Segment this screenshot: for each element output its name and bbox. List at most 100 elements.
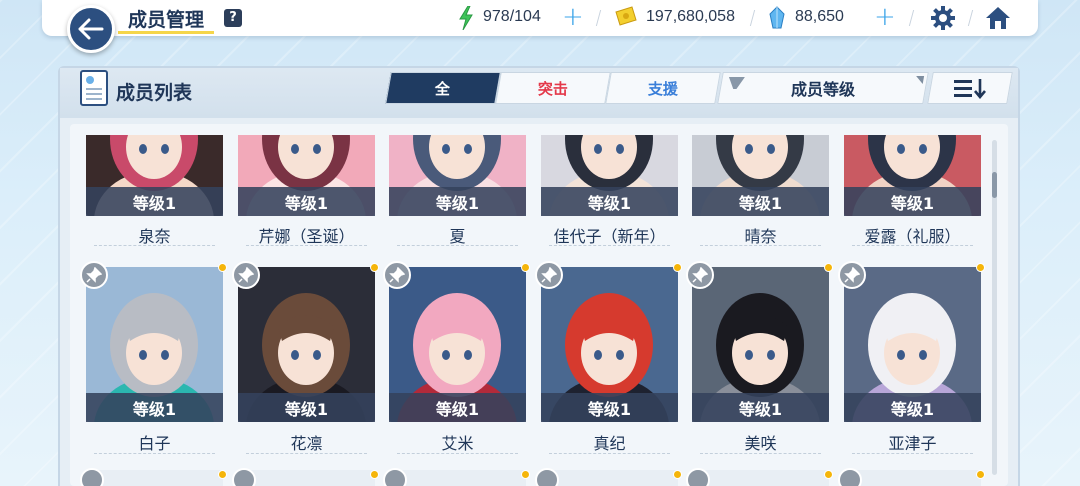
add-ap-button[interactable]: +	[562, 4, 584, 30]
gear-icon[interactable]	[930, 5, 956, 31]
pin-icon	[238, 267, 254, 283]
member-name: 晴奈	[744, 227, 777, 246]
pin-button[interactable]	[686, 261, 714, 289]
pin-button[interactable]	[232, 468, 256, 486]
notification-dot	[370, 263, 379, 272]
sort-order-button[interactable]	[927, 72, 1013, 104]
pin-icon	[844, 267, 860, 283]
level-badge: 等级1	[86, 393, 223, 422]
sort-label: 成员等级	[790, 80, 855, 99]
help-icon[interactable]: ?	[224, 9, 242, 27]
member-name: 花凛	[290, 434, 323, 453]
name-divider	[549, 245, 670, 246]
notification-dot	[673, 470, 682, 479]
member-card-partial[interactable]	[535, 468, 682, 486]
pin-button[interactable]	[838, 261, 866, 289]
member-name: 美咲	[744, 434, 777, 453]
notification-dot	[521, 263, 530, 272]
notification-dot	[673, 263, 682, 272]
sort-dropdown[interactable]: 成员等级	[717, 72, 929, 104]
pin-icon	[692, 267, 708, 283]
level-badge: 等级1	[541, 187, 678, 216]
filter-icon	[727, 77, 745, 89]
level-badge: 等级1	[844, 187, 981, 216]
member-card-partial[interactable]	[80, 468, 227, 486]
member-name: 白子	[138, 434, 171, 453]
arrow-left-icon	[78, 18, 104, 40]
pin-button[interactable]	[535, 468, 559, 486]
add-gems-button[interactable]: +	[874, 4, 896, 30]
notification-dot	[521, 470, 530, 479]
sort-descending-icon	[954, 79, 986, 99]
name-divider	[94, 245, 215, 246]
panel-title: 成员列表	[116, 82, 193, 104]
member-name: 泉奈	[138, 227, 171, 246]
level-badge: 等级1	[389, 187, 526, 216]
credits-value: 197,680,058	[646, 8, 735, 25]
notification-dot	[824, 263, 833, 272]
member-card-partial[interactable]	[232, 468, 379, 486]
member-name: 亚津子	[888, 434, 937, 453]
notification-dot	[824, 470, 833, 479]
tab-label: 全	[435, 79, 451, 98]
tab-label: 支援	[647, 79, 678, 98]
notification-dot	[976, 263, 985, 272]
home-icon[interactable]	[984, 5, 1012, 31]
pin-button[interactable]	[838, 468, 862, 486]
name-divider	[700, 245, 821, 246]
name-divider	[246, 453, 367, 454]
notification-dot	[218, 470, 227, 479]
member-card-partial[interactable]	[383, 468, 530, 486]
level-badge: 等级1	[238, 393, 375, 422]
dropdown-corner-icon	[914, 76, 925, 84]
member-name: 芹娜（圣诞）	[258, 227, 355, 246]
level-badge: 等级1	[86, 187, 223, 216]
name-divider	[246, 245, 367, 246]
notification-dot	[218, 263, 227, 272]
name-divider	[852, 245, 973, 246]
pin-button[interactable]	[80, 468, 104, 486]
tab-striker[interactable]: 突击	[495, 72, 611, 104]
gems-value: 88,650	[795, 8, 844, 25]
lightning-icon	[459, 6, 473, 30]
credit-icon	[615, 6, 637, 26]
page-title: 成员管理	[128, 9, 205, 31]
member-name: 爱露（礼服）	[864, 227, 961, 246]
level-badge: 等级1	[389, 393, 526, 422]
pin-button[interactable]	[383, 468, 407, 486]
title-underline	[118, 31, 214, 34]
name-divider	[852, 453, 973, 454]
level-badge: 等级1	[692, 187, 829, 216]
member-card-partial[interactable]	[838, 468, 985, 486]
notification-dot	[976, 470, 985, 479]
name-divider	[549, 453, 670, 454]
member-card-partial[interactable]	[686, 468, 833, 486]
tab-special[interactable]: 支援	[605, 72, 721, 104]
notification-dot	[370, 470, 379, 479]
level-badge: 等级1	[238, 187, 375, 216]
name-divider	[700, 453, 821, 454]
name-divider	[397, 453, 518, 454]
level-badge: 等级1	[692, 393, 829, 422]
pin-button[interactable]	[686, 468, 710, 486]
tab-label: 突击	[537, 79, 568, 98]
pin-button[interactable]	[535, 261, 563, 289]
ap-value: 978/104	[483, 8, 541, 25]
pin-button[interactable]	[383, 261, 411, 289]
pin-button[interactable]	[80, 261, 108, 289]
member-name: 真纪	[593, 434, 626, 453]
member-name: 夏	[449, 227, 466, 246]
name-divider	[94, 453, 215, 454]
member-name: 佳代子（新年）	[553, 227, 666, 246]
back-button[interactable]	[67, 5, 115, 53]
scrollbar-thumb[interactable]	[992, 172, 997, 198]
member-name: 艾米	[441, 434, 474, 453]
level-badge: 等级1	[844, 393, 981, 422]
member-list-icon	[80, 70, 108, 106]
type-tabs: 全 突击 支援	[385, 72, 721, 104]
pin-icon	[86, 267, 102, 283]
pin-icon	[541, 267, 557, 283]
pin-button[interactable]	[232, 261, 260, 289]
level-badge: 等级1	[541, 393, 678, 422]
tab-all[interactable]: 全	[385, 72, 501, 104]
